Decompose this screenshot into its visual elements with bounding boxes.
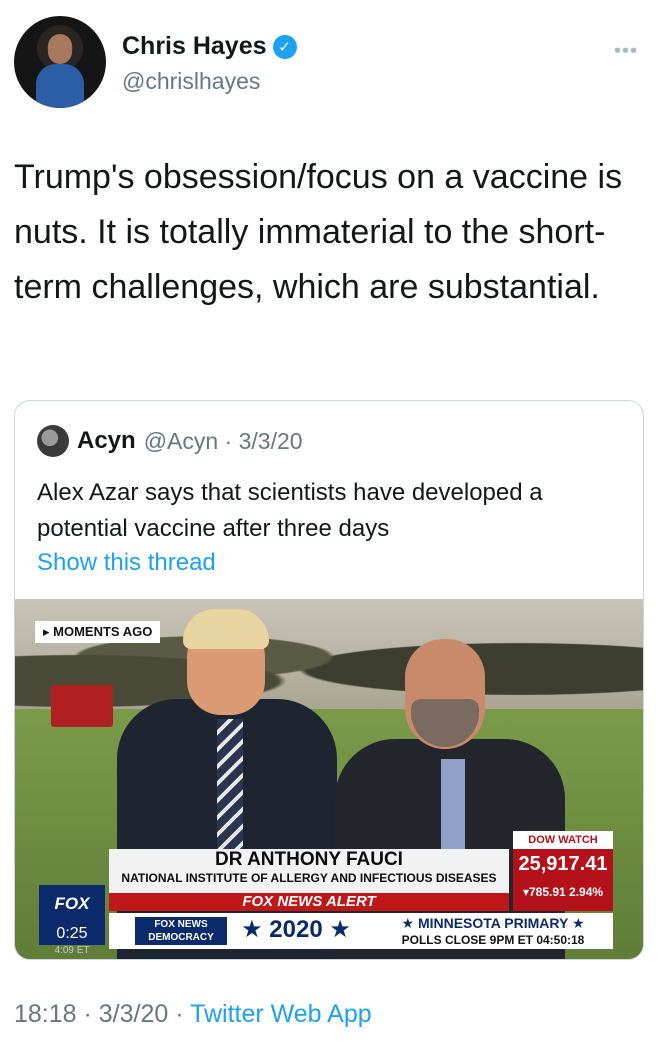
quoted-author-avatar (37, 425, 69, 457)
video-duration-timer: 0:25 (39, 923, 105, 945)
broadcast-time-label: 4:09 ET (54, 945, 90, 956)
chyron-guest-title: NATIONAL INSTITUTE OF ALLERGY AND INFECT… (121, 871, 497, 885)
author-name[interactable]: Chris Hayes (122, 32, 267, 61)
primary-title-label: ★ MINNESOTA PRIMARY ★ (401, 915, 585, 931)
chyron-guest-name: DR ANTHONY FAUCI (215, 849, 403, 870)
video-fire-truck (51, 685, 113, 727)
primary-countdown-label: POLLS CLOSE 9PM ET 04:50:18 (401, 933, 585, 947)
election-year-label: ★ 2020 ★ (241, 916, 351, 943)
moments-ago-label: ▸ MOMENTS AGO (35, 621, 161, 643)
avatar-shirt (36, 64, 84, 108)
dow-watch-value: 25,917.41 (518, 853, 608, 875)
quoted-tweet-text: Alex Azar says that scientists have deve… (37, 479, 543, 542)
author-name-row: Chris Hayes ✓ (122, 32, 297, 61)
tweet-header: Chris Hayes ✓ @chrislhayes ••• (14, 14, 646, 110)
chyron-alert-bar: FOX NEWS ALERT (109, 893, 509, 911)
person-left-tie (217, 719, 243, 859)
tweet-timestamp[interactable]: 18:18 · 3/3/20 · (14, 1000, 190, 1028)
video-player[interactable]: ▸ MOMENTS AGO DR ANTHONY FAUCI NATIONAL … (15, 599, 643, 959)
dow-watch-label: DOW WATCH (513, 831, 613, 849)
dow-watch-change: ▾785.91 2.94% (522, 885, 604, 899)
quoted-author-name: Acyn (77, 427, 136, 454)
news-chyron: DR ANTHONY FAUCI NATIONAL INSTITUTE OF A… (15, 831, 643, 959)
show-thread-link[interactable]: Show this thread (37, 549, 216, 577)
avatar-face (48, 34, 72, 64)
person-left-hair (183, 609, 269, 649)
author-handle[interactable]: @chrislhayes (122, 68, 260, 95)
tweet-metadata: 18:18 · 3/3/20 · Twitter Web App (14, 1000, 372, 1029)
tweet-source-app[interactable]: Twitter Web App (190, 1000, 372, 1028)
author-avatar[interactable] (14, 16, 106, 108)
more-options-icon[interactable]: ••• (614, 40, 638, 63)
fox-democracy-label: FOX NEWS DEMOCRACY (135, 917, 227, 945)
quoted-author-handle-date: @Acyn · 3/3/20 (143, 427, 303, 454)
quoted-tweet-card[interactable]: Acyn @Acyn · 3/3/20 Alex Azar says that … (14, 400, 644, 960)
verified-badge-icon: ✓ (272, 34, 297, 59)
fox-channel-logo-icon: FOX (39, 885, 105, 923)
tweet-text: Trump's obsession/focus on a vaccine is … (14, 158, 623, 306)
quoted-tweet-header: Acyn @Acyn · 3/3/20 (37, 425, 303, 457)
